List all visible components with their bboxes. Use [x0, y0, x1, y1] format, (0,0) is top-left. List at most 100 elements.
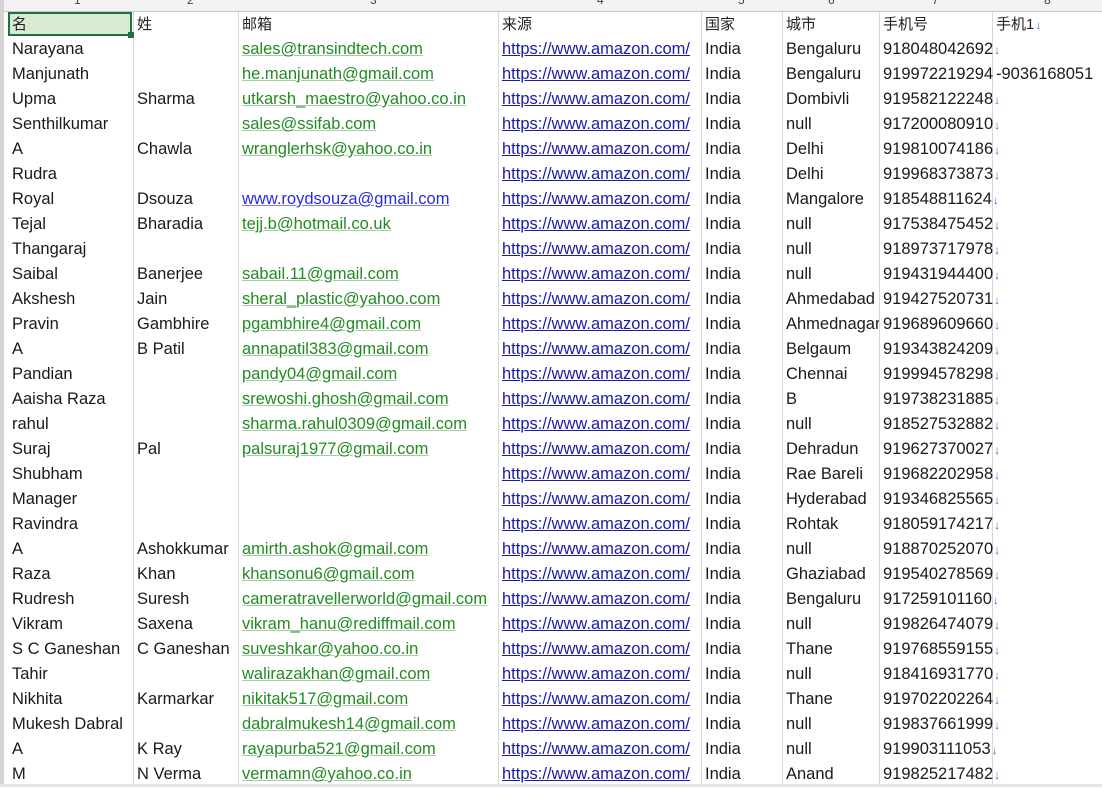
cell-last-name[interactable] — [133, 487, 238, 512]
cell-email-text[interactable]: www.roydsouza@gmail.com — [242, 190, 449, 208]
cell-city[interactable]: Delhi — [782, 137, 879, 162]
cell-email-text[interactable]: cameratravellerworld@gmail.com — [242, 590, 487, 608]
cell-phone1[interactable] — [992, 662, 1102, 687]
cell-source[interactable]: https://www.amazon.com/ — [498, 112, 701, 137]
cell-source[interactable]: https://www.amazon.com/ — [498, 537, 701, 562]
cell-last-name[interactable]: Saxena — [133, 612, 238, 637]
cell-phone1[interactable] — [992, 737, 1102, 762]
cell-phone[interactable]: 919826474079↓ — [879, 612, 1000, 637]
cell-city[interactable]: Rae Bareli — [782, 462, 879, 487]
cell-source-text[interactable]: https://www.amazon.com/ — [502, 640, 690, 658]
cell-phone[interactable]: 919903111053↓ — [879, 737, 998, 762]
cell-last-name[interactable] — [133, 162, 238, 187]
cell-source-text[interactable]: https://www.amazon.com/ — [502, 390, 690, 408]
cell-city[interactable]: null — [782, 712, 879, 737]
cell-last-name[interactable] — [133, 62, 238, 87]
cell-last-name[interactable]: K Ray — [133, 737, 238, 762]
cell-source-text[interactable]: https://www.amazon.com/ — [502, 465, 690, 483]
cell-email-text[interactable]: vermamn@yahoo.co.in — [242, 765, 412, 783]
cell-phone1[interactable] — [992, 212, 1102, 237]
cell-source-text[interactable]: https://www.amazon.com/ — [502, 440, 690, 458]
cell-first-name[interactable]: S C Ganeshan — [8, 637, 133, 662]
cell-phone[interactable]: 918548811624↓ — [879, 187, 999, 212]
cell-email-text[interactable]: sales@transindtech.com — [242, 40, 423, 58]
cell-phone1[interactable] — [992, 162, 1102, 187]
cell-last-name[interactable] — [133, 662, 238, 687]
cell-phone[interactable]: 919540278569↓ — [879, 562, 1000, 587]
column-letter[interactable]: 3 — [370, 0, 377, 7]
cell-country[interactable]: India — [701, 387, 782, 412]
cell-phone[interactable]: 918870252070↓ — [879, 537, 1000, 562]
cell-city[interactable]: Belgaum — [782, 337, 879, 362]
cell-source[interactable]: https://www.amazon.com/ — [498, 637, 701, 662]
cell-email-text[interactable]: wranglerhsk@yahoo.co.in — [242, 140, 432, 158]
cell-email[interactable]: vikram_hanu@rediffmail.com — [238, 612, 498, 637]
header-phone1[interactable]: 手机1↓ — [992, 12, 1102, 37]
cell-city[interactable]: null — [782, 112, 879, 137]
cell-last-name[interactable]: Bharadia — [133, 212, 238, 237]
cell-email[interactable]: pgambhire4@gmail.com — [238, 312, 498, 337]
cell-email-text[interactable]: pgambhire4@gmail.com — [242, 315, 421, 333]
cell-phone[interactable]: 919738231885↓ — [879, 387, 1000, 412]
cell-phone1[interactable] — [992, 687, 1102, 712]
cell-email[interactable]: rayapurba521@gmail.com — [238, 737, 498, 762]
cell-country[interactable]: India — [701, 62, 782, 87]
cell-email[interactable]: he.manjunath@gmail.com — [238, 62, 498, 87]
cell-country[interactable]: India — [701, 137, 782, 162]
cell-last-name[interactable]: Banerjee — [133, 262, 238, 287]
cell-email-text[interactable]: rayapurba521@gmail.com — [242, 740, 436, 758]
cell-first-name[interactable]: Shubham — [8, 462, 133, 487]
cell-last-name[interactable] — [133, 412, 238, 437]
cell-source[interactable]: https://www.amazon.com/ — [498, 312, 701, 337]
cell-first-name[interactable]: A — [8, 137, 133, 162]
cell-source[interactable]: https://www.amazon.com/ — [498, 387, 701, 412]
cell-email-text[interactable]: utkarsh_maestro@yahoo.co.in — [242, 90, 466, 108]
cell-first-name[interactable]: Pravin — [8, 312, 133, 337]
cell-phone[interactable]: 919582122248↓ — [879, 87, 1000, 112]
cell-source[interactable]: https://www.amazon.com/ — [498, 212, 701, 237]
cell-first-name[interactable]: Ravindra — [8, 512, 133, 537]
cell-last-name[interactable] — [133, 37, 238, 62]
cell-phone1[interactable] — [992, 137, 1102, 162]
cell-phone[interactable]: 919837661999↓ — [879, 712, 1000, 737]
cell-email[interactable]: annapatil383@gmail.com — [238, 337, 498, 362]
cell-phone[interactable]: 919972219294 — [879, 62, 993, 87]
header-city[interactable]: 城市 — [782, 12, 879, 37]
header-first-name[interactable]: 名 — [8, 12, 133, 37]
cell-last-name[interactable]: Ashokkumar — [133, 537, 238, 562]
cell-phone[interactable]: 918527532882↓ — [879, 412, 1000, 437]
cell-source[interactable]: https://www.amazon.com/ — [498, 512, 701, 537]
cell-email-text[interactable]: tejj.b@hotmail.co.uk — [242, 215, 391, 233]
cell-first-name[interactable]: Rudresh — [8, 587, 133, 612]
cell-source[interactable]: https://www.amazon.com/ — [498, 137, 701, 162]
cell-city[interactable]: Chennai — [782, 362, 879, 387]
cell-country[interactable]: India — [701, 687, 782, 712]
cell-city[interactable]: Ahmedabad — [782, 287, 879, 312]
cell-city[interactable]: Ahmednagar — [782, 312, 879, 337]
cell-email[interactable]: sharma.rahul0309@gmail.com — [238, 412, 498, 437]
cell-email-text[interactable]: nikitak517@gmail.com — [242, 690, 408, 708]
cell-last-name[interactable]: Gambhire — [133, 312, 238, 337]
cell-phone[interactable]: 919431944400↓ — [879, 262, 1000, 287]
cell-phone[interactable]: 918973717978↓ — [879, 237, 1000, 262]
cell-email-text[interactable]: khansonu6@gmail.com — [242, 565, 415, 583]
cell-phone[interactable]: 918048042692↓ — [879, 37, 1000, 62]
cell-email-text[interactable]: dabralmukesh14@gmail.com — [242, 715, 456, 733]
cell-first-name[interactable]: A — [8, 337, 133, 362]
cell-first-name[interactable]: Manager — [8, 487, 133, 512]
cell-email-text[interactable]: sales@ssifab.com — [242, 115, 376, 133]
cell-city[interactable]: Bengaluru — [782, 62, 879, 87]
cell-source-text[interactable]: https://www.amazon.com/ — [502, 265, 690, 283]
cell-email[interactable] — [238, 512, 498, 537]
cell-source-text[interactable]: https://www.amazon.com/ — [502, 565, 690, 583]
cell-phone[interactable]: 919968373873↓ — [879, 162, 1000, 187]
cell-country[interactable]: India — [701, 237, 782, 262]
cell-source-text[interactable]: https://www.amazon.com/ — [502, 215, 690, 233]
cell-last-name[interactable] — [133, 112, 238, 137]
cell-phone1[interactable] — [992, 112, 1102, 137]
cell-email[interactable] — [238, 237, 498, 262]
cell-source[interactable]: https://www.amazon.com/ — [498, 237, 701, 262]
cell-source[interactable]: https://www.amazon.com/ — [498, 737, 701, 762]
cell-city[interactable]: Ghaziabad — [782, 562, 879, 587]
cell-first-name[interactable]: Pandian — [8, 362, 133, 387]
